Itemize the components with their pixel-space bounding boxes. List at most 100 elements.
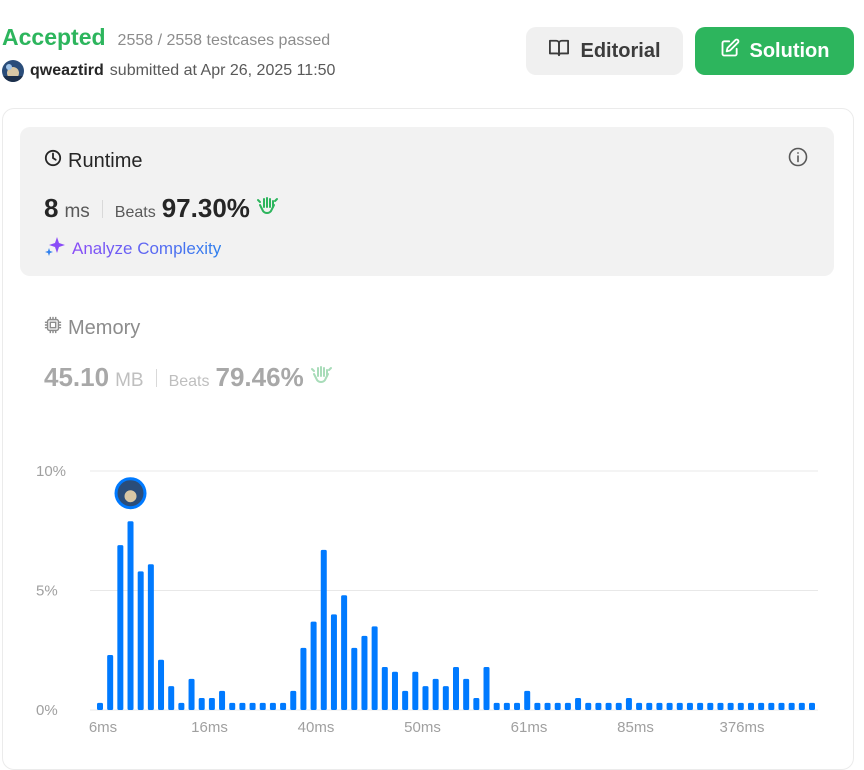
distribution-bar bbox=[259, 702, 266, 710]
distribution-bar bbox=[381, 666, 388, 710]
editorial-button[interactable]: Editorial bbox=[526, 27, 683, 75]
analyze-complexity-button[interactable]: Analyze Complexity bbox=[44, 235, 221, 262]
distribution-bar bbox=[168, 686, 175, 710]
memory-metric: 45.10 MB Beats 79.46% bbox=[44, 362, 334, 393]
x-tick-label: 61ms bbox=[511, 719, 548, 736]
distribution-bar bbox=[137, 571, 144, 710]
submission-info: qweaztird submitted at Apr 26, 2025 11:5… bbox=[2, 60, 335, 82]
memory-beats-percent: 79.46% bbox=[215, 362, 304, 392]
x-tick-label: 16ms bbox=[191, 719, 228, 736]
y-tick-label: 10% bbox=[36, 463, 66, 480]
y-tick-label: 0% bbox=[36, 702, 58, 719]
distribution-bar bbox=[727, 702, 734, 710]
distribution-bar bbox=[778, 702, 785, 710]
clock-icon bbox=[44, 149, 62, 173]
distribution-bar bbox=[463, 678, 470, 710]
distribution-bar bbox=[747, 702, 754, 710]
distribution-bar bbox=[249, 702, 256, 710]
distribution-bar bbox=[198, 698, 205, 710]
distribution-bar bbox=[341, 595, 348, 710]
distribution-bar bbox=[544, 702, 551, 710]
edit-icon bbox=[720, 38, 740, 64]
distribution-bar bbox=[666, 702, 673, 710]
memory-section[interactable]: Memory 45.10 MB Beats 79.46% bbox=[44, 316, 824, 396]
sparkle-icon bbox=[44, 235, 66, 262]
analyze-complexity-label: Analyze Complexity bbox=[72, 238, 222, 258]
runtime-card[interactable]: Runtime 8 ms Beats 97.30% Analyze Comple… bbox=[20, 127, 834, 276]
memory-title-text: Memory bbox=[68, 316, 141, 339]
distribution-bar bbox=[178, 702, 185, 710]
distribution-bar bbox=[809, 702, 815, 710]
clapping-hands-icon bbox=[310, 364, 334, 391]
distribution-bar bbox=[391, 671, 398, 710]
solution-button[interactable]: Solution bbox=[695, 27, 854, 75]
distribution-bar bbox=[798, 702, 805, 710]
runtime-title: Runtime bbox=[44, 149, 142, 173]
clapping-hands-icon bbox=[256, 195, 280, 222]
testcases-text: 2558 / 2558 testcases passed bbox=[117, 32, 331, 49]
distribution-bar bbox=[768, 702, 775, 710]
distribution-bar bbox=[534, 702, 541, 710]
distribution-bar bbox=[636, 702, 643, 710]
book-icon bbox=[548, 38, 570, 64]
distribution-bar bbox=[188, 678, 195, 710]
runtime-beats-percent: 97.30% bbox=[161, 193, 250, 223]
distribution-bar bbox=[697, 702, 704, 710]
marker-avatar-detail bbox=[124, 490, 137, 503]
y-tick-label: 5% bbox=[36, 583, 58, 600]
memory-unit: MB bbox=[115, 370, 144, 391]
distribution-bar bbox=[564, 702, 571, 710]
distribution-bar bbox=[615, 702, 622, 710]
distribution-bar bbox=[107, 655, 114, 710]
distribution-bar bbox=[219, 690, 226, 710]
info-icon[interactable] bbox=[788, 147, 808, 172]
distribution-bar bbox=[147, 564, 154, 710]
memory-value: 45.10 bbox=[44, 362, 110, 392]
chip-icon bbox=[44, 316, 62, 340]
runtime-metric: 8 ms Beats 97.30% bbox=[44, 193, 280, 224]
status-label: Accepted bbox=[2, 24, 106, 50]
runtime-value: 8 bbox=[44, 193, 59, 223]
distribution-bar bbox=[229, 702, 236, 710]
distribution-bar bbox=[595, 702, 602, 710]
distribution-bar bbox=[707, 702, 714, 710]
distribution-bar bbox=[127, 521, 134, 710]
distribution-bar bbox=[575, 698, 582, 710]
username[interactable]: qweaztird bbox=[30, 62, 104, 80]
distribution-bar bbox=[290, 690, 297, 710]
distribution-bar bbox=[646, 702, 653, 710]
status-line: Accepted 2558 / 2558 testcases passed bbox=[2, 24, 330, 51]
distribution-bar bbox=[585, 702, 592, 710]
solution-label: Solution bbox=[749, 39, 830, 62]
distribution-bar bbox=[310, 621, 317, 710]
divider bbox=[155, 368, 157, 387]
distribution-bar bbox=[686, 702, 693, 710]
distribution-bar bbox=[453, 666, 459, 710]
user-position-marker[interactable] bbox=[114, 477, 147, 510]
submission-header: Accepted 2558 / 2558 testcases passed qw… bbox=[0, 0, 864, 100]
memory-beats-label: Beats bbox=[168, 373, 210, 390]
distribution-bar bbox=[493, 702, 500, 710]
distribution-bar bbox=[432, 678, 439, 710]
distribution-bar bbox=[737, 702, 744, 710]
distribution-bar bbox=[503, 702, 510, 710]
divider bbox=[101, 199, 103, 218]
avatar[interactable] bbox=[2, 60, 24, 82]
distribution-bar bbox=[656, 702, 663, 710]
x-tick-label: 40ms bbox=[298, 719, 335, 736]
distribution-bar bbox=[605, 702, 612, 710]
x-tick-label: 376ms bbox=[719, 719, 764, 736]
distribution-bar bbox=[330, 614, 337, 710]
distribution-bar bbox=[442, 686, 449, 710]
distribution-bar bbox=[402, 690, 409, 710]
distribution-bar bbox=[524, 690, 531, 710]
distribution-bar bbox=[483, 666, 490, 710]
distribution-bar bbox=[158, 659, 165, 710]
distribution-bar bbox=[320, 549, 327, 710]
runtime-title-text: Runtime bbox=[68, 149, 143, 172]
runtime-beats-label: Beats bbox=[114, 204, 156, 221]
runtime-distribution-chart[interactable]: 0% 5% 10% 6ms 16ms 40ms 50ms 61ms 85ms 376ms bbox=[0, 440, 864, 745]
distribution-bar bbox=[239, 702, 246, 710]
distribution-bar bbox=[412, 671, 419, 710]
distribution-bar bbox=[117, 545, 124, 710]
